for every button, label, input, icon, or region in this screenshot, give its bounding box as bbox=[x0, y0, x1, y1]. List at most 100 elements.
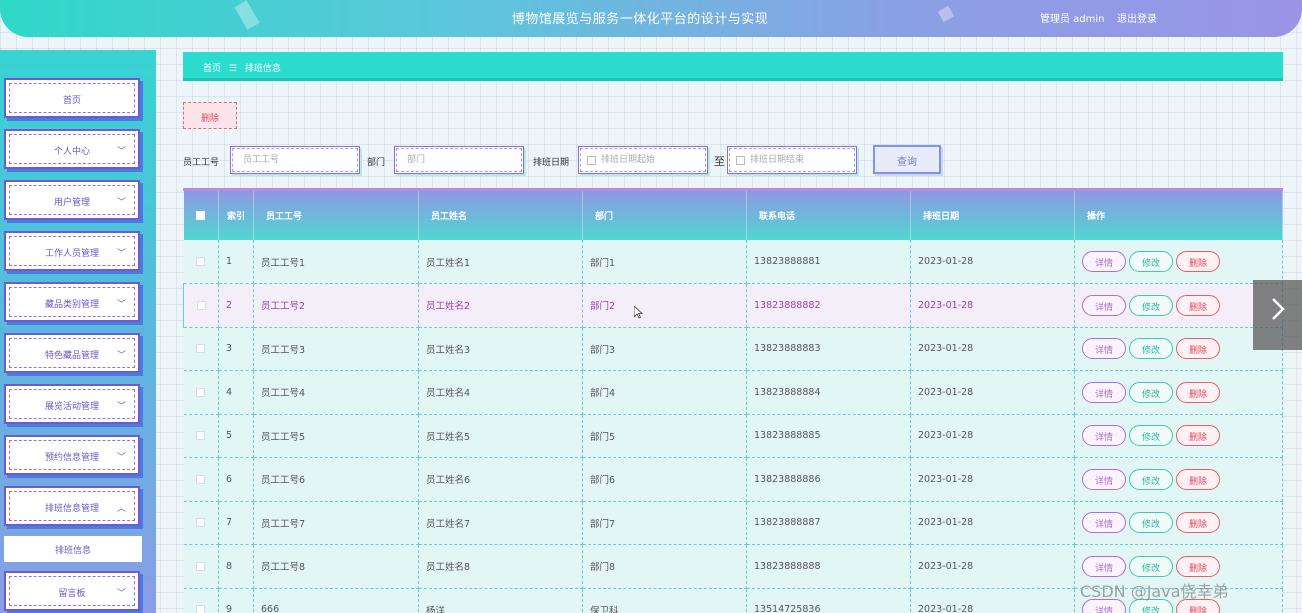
detail-button[interactable]: 详情 bbox=[1082, 294, 1126, 316]
cell-emp-no: 员工工号2 bbox=[253, 283, 419, 328]
detail-button[interactable]: 详情 bbox=[1082, 555, 1126, 577]
cell-emp-no: 员工工号1 bbox=[253, 240, 419, 284]
chevron-down-icon: ﹀ bbox=[116, 249, 126, 259]
sidebar-item-personal-center[interactable]: 个人中心 ﹀ bbox=[4, 129, 140, 169]
row-select-cell bbox=[183, 414, 219, 458]
cell-date: 2023-01-28 bbox=[910, 327, 1075, 371]
delete-button[interactable]: 删除 bbox=[1176, 425, 1220, 447]
cell-index: 8 bbox=[218, 544, 254, 589]
sidebar-item-collection-category[interactable]: 藏品类别管理 ﹀ bbox=[4, 282, 140, 322]
chevron-down-icon: ﹀ bbox=[116, 453, 126, 463]
breadcrumb-home[interactable]: 首页 bbox=[203, 64, 221, 74]
detail-button[interactable]: 详情 bbox=[1082, 512, 1126, 534]
row-checkbox[interactable] bbox=[196, 344, 206, 354]
sidebar-item-message-board[interactable]: 留言板 ﹀ bbox=[4, 571, 140, 611]
edit-button[interactable]: 修改 bbox=[1129, 512, 1173, 534]
table-row: 4 员工工号4 员工姓名4 部门4 13823888884 2023-01-28… bbox=[183, 370, 1283, 415]
edit-button[interactable]: 修改 bbox=[1129, 425, 1173, 447]
dept-label: 部门 bbox=[367, 158, 386, 168]
row-checkbox[interactable] bbox=[196, 518, 206, 528]
select-all-checkbox[interactable] bbox=[196, 210, 206, 220]
row-select-cell bbox=[183, 327, 219, 371]
edit-button[interactable]: 修改 bbox=[1129, 381, 1173, 403]
current-user: 管理员 admin bbox=[1040, 14, 1105, 25]
cell-dept: 部门5 bbox=[582, 414, 747, 458]
cell-name: 杨洋 bbox=[418, 588, 583, 613]
row-checkbox[interactable] bbox=[196, 474, 206, 484]
date-end-input[interactable] bbox=[729, 148, 855, 172]
dept-input[interactable] bbox=[396, 148, 522, 172]
cell-name: 员工姓名1 bbox=[418, 240, 583, 284]
detail-button[interactable]: 详情 bbox=[1082, 338, 1126, 360]
row-checkbox[interactable] bbox=[196, 300, 206, 310]
sidebar-item-reservations[interactable]: 预约信息管理 ﹀ bbox=[4, 435, 140, 475]
table-row: 6 员工工号6 员工姓名6 部门6 13823888886 2023-01-28… bbox=[183, 457, 1283, 502]
edit-button[interactable]: 修改 bbox=[1129, 338, 1173, 360]
sidebar-item-schedule[interactable]: 排班信息管理 ︿ bbox=[4, 486, 140, 526]
watermark: CSDN @Java侥幸弟 bbox=[1080, 582, 1229, 601]
cell-actions: 详情 修改 删除 bbox=[1074, 370, 1283, 415]
sidebar-item-users[interactable]: 用户管理 ﹀ bbox=[4, 180, 140, 220]
cell-index: 2 bbox=[218, 283, 254, 328]
date-start-input[interactable] bbox=[580, 148, 706, 172]
delete-button[interactable]: 删除 bbox=[1176, 555, 1220, 577]
logout-link[interactable]: 退出登录 bbox=[1117, 10, 1157, 25]
detail-button[interactable]: 详情 bbox=[1082, 381, 1126, 403]
cell-date: 2023-01-28 bbox=[910, 588, 1075, 613]
cell-actions: 详情 修改 删除 bbox=[1074, 283, 1283, 328]
row-checkbox[interactable] bbox=[196, 257, 206, 266]
batch-delete-button[interactable]: 删除 bbox=[183, 102, 237, 129]
emp-no-input[interactable] bbox=[232, 148, 358, 172]
table-row: 2 员工工号2 员工姓名2 部门2 13823888882 2023-01-28… bbox=[183, 283, 1283, 328]
detail-button[interactable]: 详情 bbox=[1082, 251, 1126, 272]
chevron-down-icon: ﹀ bbox=[116, 402, 126, 412]
date-start-field-wrap bbox=[578, 146, 708, 174]
row-checkbox[interactable] bbox=[196, 605, 206, 613]
top-header: 博物馆展览与服务一体化平台的设计与实现 管理员 admin 退出登录 bbox=[0, 0, 1302, 37]
delete-button[interactable]: 删除 bbox=[1176, 381, 1220, 403]
row-checkbox[interactable] bbox=[196, 431, 206, 441]
cell-actions: 详情 修改 删除 bbox=[1074, 457, 1283, 502]
cell-phone: 13823888886 bbox=[746, 457, 911, 502]
cell-phone: 13823888887 bbox=[746, 501, 911, 545]
row-checkbox[interactable] bbox=[196, 561, 206, 571]
detail-button[interactable]: 详情 bbox=[1082, 468, 1126, 490]
cell-emp-no: 员工工号7 bbox=[253, 501, 419, 545]
sidebar-item-staff[interactable]: 工作人员管理 ﹀ bbox=[4, 231, 140, 271]
sidebar-item-featured-collection[interactable]: 特色藏品管理 ﹀ bbox=[4, 333, 140, 373]
delete-button[interactable]: 删除 bbox=[1176, 294, 1220, 316]
cell-phone: 13823888881 bbox=[746, 240, 911, 284]
sidebar-subitem-schedule-info[interactable]: 排班信息 bbox=[4, 536, 142, 562]
col-header-phone: 联系电话 bbox=[746, 191, 911, 240]
row-select-cell bbox=[183, 240, 219, 284]
next-page-arrow-icon[interactable] bbox=[1253, 280, 1302, 350]
col-header-dept: 部门 bbox=[582, 191, 747, 240]
query-button[interactable]: 查询 bbox=[873, 145, 941, 174]
cell-phone: 13823888882 bbox=[746, 283, 911, 328]
delete-button[interactable]: 删除 bbox=[1176, 251, 1220, 272]
delete-button[interactable]: 删除 bbox=[1176, 468, 1220, 490]
sidebar-item-home[interactable]: 首页 bbox=[4, 78, 140, 118]
edit-button[interactable]: 修改 bbox=[1129, 251, 1173, 272]
cell-dept: 保卫科 bbox=[582, 588, 747, 613]
cell-phone: 13514725836 bbox=[746, 588, 911, 613]
row-checkbox[interactable] bbox=[196, 387, 206, 397]
cell-emp-no: 员工工号4 bbox=[253, 370, 419, 415]
cell-emp-no: 员工工号3 bbox=[253, 327, 419, 371]
delete-button[interactable]: 删除 bbox=[1176, 512, 1220, 534]
emp-no-label: 员工工号 bbox=[183, 158, 220, 168]
cell-actions: 详情 修改 删除 bbox=[1074, 414, 1283, 458]
edit-button[interactable]: 修改 bbox=[1129, 555, 1173, 577]
cell-name: 员工姓名8 bbox=[418, 544, 583, 589]
breadcrumb: 首页 ☰ 排班信息 bbox=[183, 52, 1283, 81]
edit-button[interactable]: 修改 bbox=[1129, 294, 1173, 316]
edit-button[interactable]: 修改 bbox=[1129, 468, 1173, 490]
cell-index: 5 bbox=[218, 414, 254, 458]
cell-index: 6 bbox=[218, 457, 254, 502]
sidebar-item-exhibitions[interactable]: 展览活动管理 ﹀ bbox=[4, 384, 140, 424]
cell-emp-no: 666 bbox=[253, 588, 419, 613]
delete-button[interactable]: 删除 bbox=[1176, 338, 1220, 360]
detail-button[interactable]: 详情 bbox=[1082, 425, 1126, 447]
cell-phone: 13823888888 bbox=[746, 544, 911, 589]
col-header-date: 排班日期 bbox=[910, 191, 1075, 240]
